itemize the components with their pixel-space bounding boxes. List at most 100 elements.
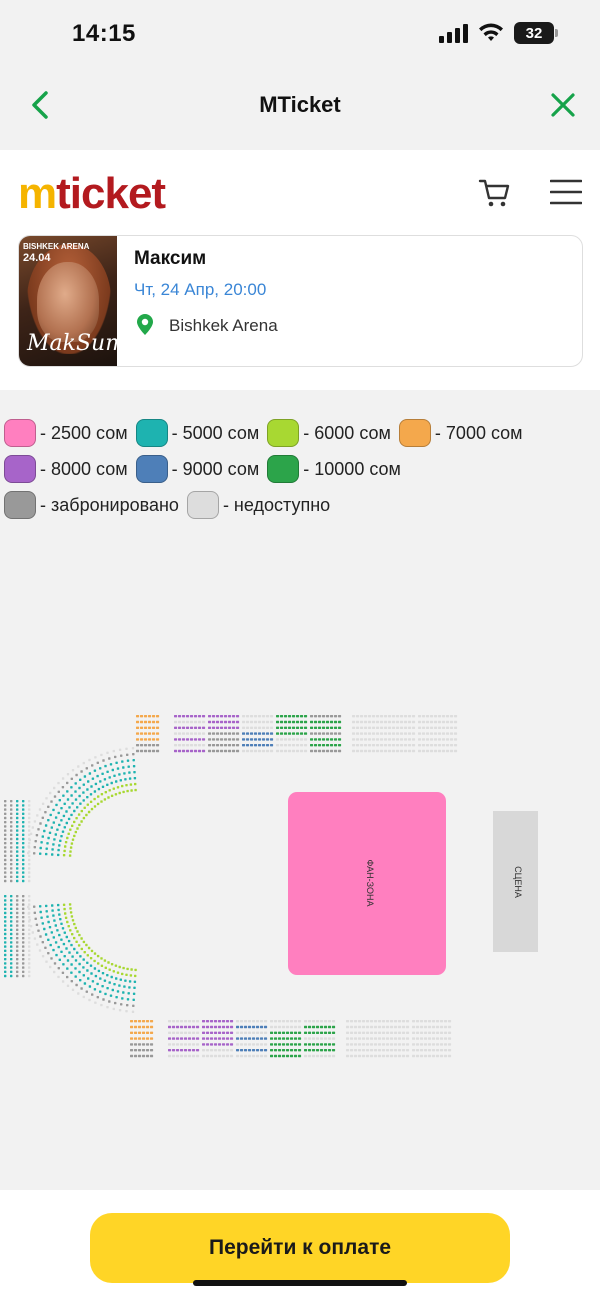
seat[interactable] bbox=[80, 809, 83, 813]
seat[interactable] bbox=[22, 907, 25, 910]
seat[interactable] bbox=[304, 1049, 308, 1052]
seat[interactable] bbox=[304, 1020, 308, 1023]
seat[interactable] bbox=[436, 1020, 440, 1023]
seat[interactable] bbox=[41, 835, 44, 838]
seat[interactable] bbox=[328, 1054, 332, 1058]
seat[interactable] bbox=[258, 732, 262, 735]
seat[interactable] bbox=[218, 1037, 222, 1040]
seat[interactable] bbox=[374, 1037, 378, 1040]
seat[interactable] bbox=[290, 1043, 294, 1046]
seat[interactable] bbox=[144, 726, 148, 729]
seat[interactable] bbox=[270, 738, 274, 741]
seat[interactable] bbox=[156, 738, 160, 741]
seat[interactable] bbox=[258, 726, 262, 729]
seat[interactable] bbox=[270, 1037, 274, 1040]
seat[interactable] bbox=[370, 1049, 374, 1052]
seat[interactable] bbox=[400, 738, 404, 741]
seat[interactable] bbox=[10, 842, 13, 845]
seat[interactable] bbox=[121, 997, 124, 1000]
seat[interactable] bbox=[28, 911, 31, 915]
seat[interactable] bbox=[10, 928, 13, 931]
seat[interactable] bbox=[100, 957, 103, 960]
seat[interactable] bbox=[380, 720, 384, 724]
seat[interactable] bbox=[430, 738, 434, 741]
seat[interactable] bbox=[41, 955, 45, 958]
seat[interactable] bbox=[176, 1020, 180, 1023]
seat[interactable] bbox=[35, 923, 39, 926]
seat[interactable] bbox=[280, 726, 284, 729]
seat[interactable] bbox=[298, 1049, 302, 1052]
seat[interactable] bbox=[254, 720, 258, 724]
seat[interactable] bbox=[94, 1001, 97, 1004]
seat[interactable] bbox=[434, 732, 438, 735]
seat[interactable] bbox=[138, 1049, 142, 1052]
seat[interactable] bbox=[182, 715, 186, 718]
seat[interactable] bbox=[69, 850, 72, 853]
seat[interactable] bbox=[67, 925, 70, 928]
seat[interactable] bbox=[4, 937, 7, 940]
seat[interactable] bbox=[372, 715, 376, 718]
seat[interactable] bbox=[386, 1049, 390, 1052]
seat[interactable] bbox=[136, 715, 140, 718]
seat[interactable] bbox=[64, 841, 68, 844]
seat[interactable] bbox=[364, 715, 368, 718]
seat[interactable] bbox=[78, 786, 81, 790]
seat[interactable] bbox=[168, 1043, 172, 1046]
seat[interactable] bbox=[444, 1054, 448, 1058]
seat[interactable] bbox=[236, 1031, 240, 1034]
seat[interactable] bbox=[194, 726, 198, 729]
seat[interactable] bbox=[346, 1037, 350, 1040]
seat[interactable] bbox=[226, 1049, 230, 1052]
seat[interactable] bbox=[412, 738, 416, 741]
seat[interactable] bbox=[240, 1049, 244, 1052]
seat[interactable] bbox=[16, 816, 19, 820]
seat[interactable] bbox=[312, 1025, 316, 1029]
seat[interactable] bbox=[10, 949, 13, 952]
seat[interactable] bbox=[220, 720, 224, 724]
seat[interactable] bbox=[396, 720, 400, 724]
seat[interactable] bbox=[116, 990, 120, 993]
seat[interactable] bbox=[146, 1025, 150, 1029]
seat[interactable] bbox=[4, 833, 7, 836]
seat[interactable] bbox=[63, 955, 66, 958]
seat[interactable] bbox=[354, 1054, 358, 1058]
seat[interactable] bbox=[100, 753, 103, 757]
seat[interactable] bbox=[22, 932, 25, 936]
seat[interactable] bbox=[324, 1043, 328, 1046]
seat[interactable] bbox=[404, 726, 408, 729]
seat[interactable] bbox=[182, 726, 186, 729]
seat[interactable] bbox=[284, 738, 288, 741]
seat[interactable] bbox=[172, 1049, 176, 1052]
seat[interactable] bbox=[4, 907, 7, 910]
seat[interactable] bbox=[45, 852, 48, 856]
seat[interactable] bbox=[16, 867, 19, 870]
seat[interactable] bbox=[93, 967, 97, 970]
seat[interactable] bbox=[218, 1031, 222, 1034]
seat[interactable] bbox=[316, 1037, 320, 1040]
seat[interactable] bbox=[60, 922, 63, 925]
seat[interactable] bbox=[284, 744, 288, 747]
seat[interactable] bbox=[22, 911, 25, 915]
seat[interactable] bbox=[358, 1054, 362, 1058]
seat[interactable] bbox=[352, 732, 356, 735]
seat[interactable] bbox=[280, 738, 284, 741]
seat[interactable] bbox=[152, 744, 156, 747]
seat[interactable] bbox=[146, 1020, 150, 1023]
seat[interactable] bbox=[212, 749, 216, 753]
seat[interactable] bbox=[252, 1049, 256, 1052]
seat[interactable] bbox=[16, 932, 19, 936]
seat[interactable] bbox=[376, 720, 380, 724]
seat[interactable] bbox=[428, 1049, 432, 1052]
seat[interactable] bbox=[330, 732, 334, 735]
seat[interactable] bbox=[312, 1037, 316, 1040]
seat[interactable] bbox=[176, 1031, 180, 1034]
seat[interactable] bbox=[240, 1043, 244, 1046]
seat[interactable] bbox=[230, 1031, 234, 1034]
seat[interactable] bbox=[270, 1020, 274, 1023]
seat[interactable] bbox=[194, 738, 198, 741]
seat[interactable] bbox=[236, 1054, 240, 1058]
seat[interactable] bbox=[79, 802, 82, 805]
seat[interactable] bbox=[282, 1037, 286, 1040]
seat[interactable] bbox=[28, 846, 31, 849]
seat[interactable] bbox=[350, 1043, 354, 1046]
